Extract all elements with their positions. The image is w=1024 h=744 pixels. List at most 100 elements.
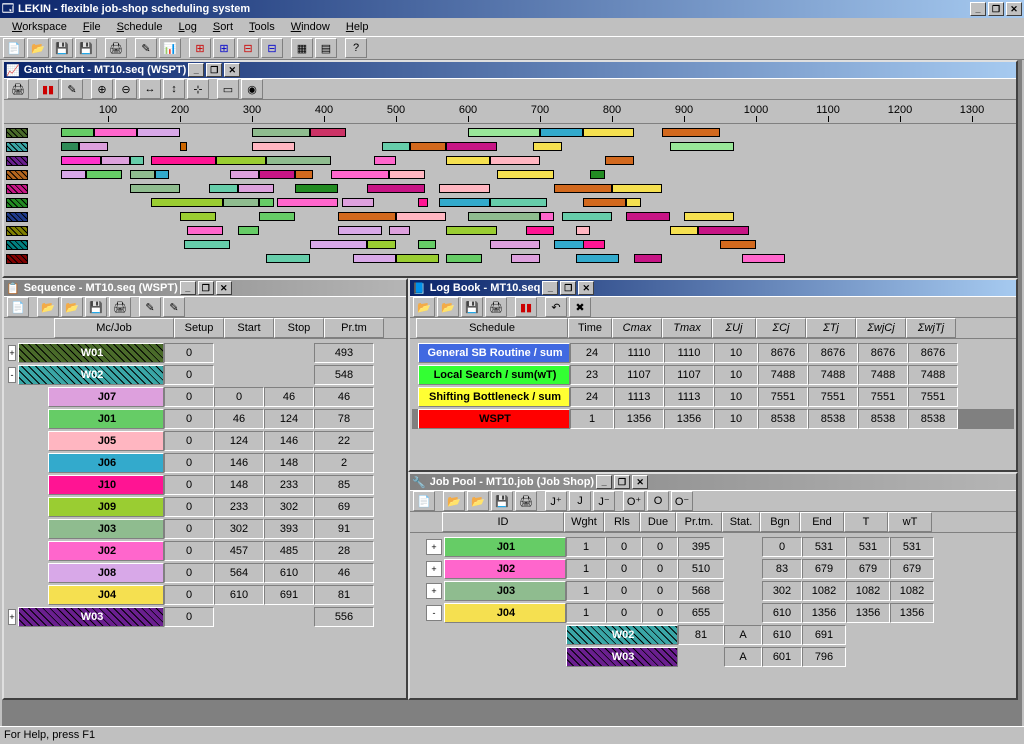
gantt-bar[interactable] xyxy=(238,226,260,235)
machine-label-1[interactable] xyxy=(6,142,28,152)
gantt-pencil-icon[interactable]: ✎ xyxy=(61,79,83,99)
window-1-icon[interactable]: ⊞ xyxy=(189,38,211,58)
jp-header-cell[interactable]: Due xyxy=(640,512,676,532)
tree-toggle[interactable]: - xyxy=(8,367,16,383)
gantt-bar[interactable] xyxy=(61,156,101,165)
gantt-bar[interactable] xyxy=(223,198,259,207)
gantt-bar[interactable] xyxy=(418,240,436,249)
log-header-cell[interactable]: ΣwjTj xyxy=(906,318,956,338)
gantt-bar[interactable] xyxy=(554,184,612,193)
layout-2-icon[interactable]: ▤ xyxy=(315,38,337,58)
log-header-cell[interactable]: ΣUj xyxy=(712,318,756,338)
seq-row[interactable]: +W030556 xyxy=(6,607,404,627)
gantt-bar[interactable] xyxy=(389,170,425,179)
machine-label-8[interactable] xyxy=(6,240,28,250)
gantt-bar[interactable] xyxy=(151,198,223,207)
menu-workspace[interactable]: Workspace xyxy=(4,20,75,34)
gantt-view-2-icon[interactable]: ◉ xyxy=(241,79,263,99)
sequence-maximize-button[interactable]: ❐ xyxy=(198,281,214,295)
menu-schedule[interactable]: Schedule xyxy=(109,20,171,34)
gantt-bar[interactable] xyxy=(310,128,346,137)
seq-header-cell[interactable]: Mc/Job xyxy=(54,318,174,338)
gantt-bar[interactable] xyxy=(180,212,216,221)
seq-row[interactable]: J0104612478 xyxy=(6,409,404,429)
gantt-bar[interactable] xyxy=(626,212,669,221)
log-delete-button[interactable]: ✖ xyxy=(569,297,591,317)
jobpool-maximize-button[interactable]: ❐ xyxy=(614,475,630,489)
gantt-bar[interactable] xyxy=(86,170,122,179)
tree-toggle[interactable]: - xyxy=(426,605,442,621)
logbook-minimize-button[interactable]: _ xyxy=(542,281,558,295)
jp-header-cell[interactable]: End xyxy=(800,512,844,532)
jp-header-cell[interactable]: Stat. xyxy=(722,512,760,532)
tree-toggle[interactable]: + xyxy=(426,539,442,555)
gantt-bar[interactable] xyxy=(446,226,496,235)
log-chart-icon[interactable]: ▮▮ xyxy=(515,297,537,317)
gantt-bar[interactable] xyxy=(389,226,411,235)
seq-row[interactable]: J09023330269 xyxy=(6,497,404,517)
seq-header-cell[interactable]: Stop xyxy=(274,318,324,338)
sequence-minimize-button[interactable]: _ xyxy=(180,281,196,295)
gantt-bar[interactable] xyxy=(94,128,137,137)
window-4-icon[interactable]: ⊟ xyxy=(261,38,283,58)
sequence-close-button[interactable]: ✕ xyxy=(216,281,232,295)
seq-row[interactable]: J04061069181 xyxy=(6,585,404,605)
window-2-icon[interactable]: ⊞ xyxy=(213,38,235,58)
tree-toggle[interactable]: + xyxy=(8,345,16,361)
new-button[interactable]: 📄 xyxy=(3,38,25,58)
gantt-bar[interactable] xyxy=(277,198,338,207)
gantt-bar[interactable] xyxy=(626,198,640,207)
gantt-bar[interactable] xyxy=(130,170,155,179)
menu-file[interactable]: File xyxy=(75,20,109,34)
jp-header-cell[interactable]: ID xyxy=(442,512,564,532)
menu-window[interactable]: Window xyxy=(283,20,338,34)
gantt-bar[interactable] xyxy=(497,170,555,179)
jp-del-op-button[interactable]: O⁻ xyxy=(671,491,693,511)
log-header-cell[interactable]: ΣCj xyxy=(756,318,806,338)
seq-row[interactable]: J05012414622 xyxy=(6,431,404,451)
log-header-cell[interactable]: Tmax xyxy=(662,318,712,338)
gantt-bar[interactable] xyxy=(353,254,396,263)
gantt-bar[interactable] xyxy=(446,142,496,151)
gantt-fit-all-icon[interactable]: ⊹ xyxy=(187,79,209,99)
logbook-maximize-button[interactable]: ❐ xyxy=(560,281,576,295)
gantt-bar[interactable] xyxy=(259,212,295,221)
save-button[interactable]: 💾 xyxy=(51,38,73,58)
jp-row[interactable]: W0281A610691 xyxy=(412,625,1014,645)
gantt-bar[interactable] xyxy=(396,254,439,263)
seq-row[interactable]: J08056461046 xyxy=(6,563,404,583)
jp-row[interactable]: +J03100568302108210821082 xyxy=(412,581,1014,601)
gantt-bar[interactable] xyxy=(187,226,223,235)
gantt-fit-width-icon[interactable]: ↔ xyxy=(139,79,161,99)
jp-del-job-button[interactable]: J⁻ xyxy=(593,491,615,511)
gantt-bar[interactable] xyxy=(342,198,374,207)
gantt-bar[interactable] xyxy=(526,226,555,235)
tree-toggle[interactable]: + xyxy=(426,561,442,577)
print-button[interactable]: 🖨 xyxy=(105,38,127,58)
gantt-titlebar[interactable]: 📈 Gantt Chart - MT10.seq (WSPT) _ ❐ ✕ xyxy=(4,62,1016,78)
gantt-bar[interactable] xyxy=(576,254,619,263)
help-button[interactable]: ? xyxy=(345,38,367,58)
gantt-bar[interactable] xyxy=(742,254,785,263)
jp-row[interactable]: -J04100655610135613561356 xyxy=(412,603,1014,623)
seq-pencil-icon[interactable]: ✎ xyxy=(139,297,161,317)
gantt-bar[interactable] xyxy=(684,212,734,221)
seq-row[interactable]: J02045748528 xyxy=(6,541,404,561)
tool-pencil-icon[interactable]: ✎ xyxy=(135,38,157,58)
gantt-bar[interactable] xyxy=(698,226,748,235)
gantt-fit-height-icon[interactable]: ↕ xyxy=(163,79,185,99)
gantt-bar[interactable] xyxy=(238,184,274,193)
gantt-minimize-button[interactable]: _ xyxy=(188,63,204,77)
jp-row[interactable]: W03A601796 xyxy=(412,647,1014,667)
gantt-bar[interactable] xyxy=(61,170,86,179)
gantt-bar[interactable] xyxy=(259,170,295,179)
logbook-close-button[interactable]: ✕ xyxy=(578,281,594,295)
jp-edit-op-button[interactable]: O xyxy=(647,491,669,511)
seq-header-cell[interactable]: Start xyxy=(224,318,274,338)
machine-label-7[interactable] xyxy=(6,226,28,236)
tree-toggle[interactable]: + xyxy=(8,609,16,625)
gantt-bar[interactable] xyxy=(101,156,130,165)
jobpool-minimize-button[interactable]: _ xyxy=(596,475,612,489)
gantt-maximize-button[interactable]: ❐ xyxy=(206,63,222,77)
gantt-bar[interactable] xyxy=(720,240,756,249)
